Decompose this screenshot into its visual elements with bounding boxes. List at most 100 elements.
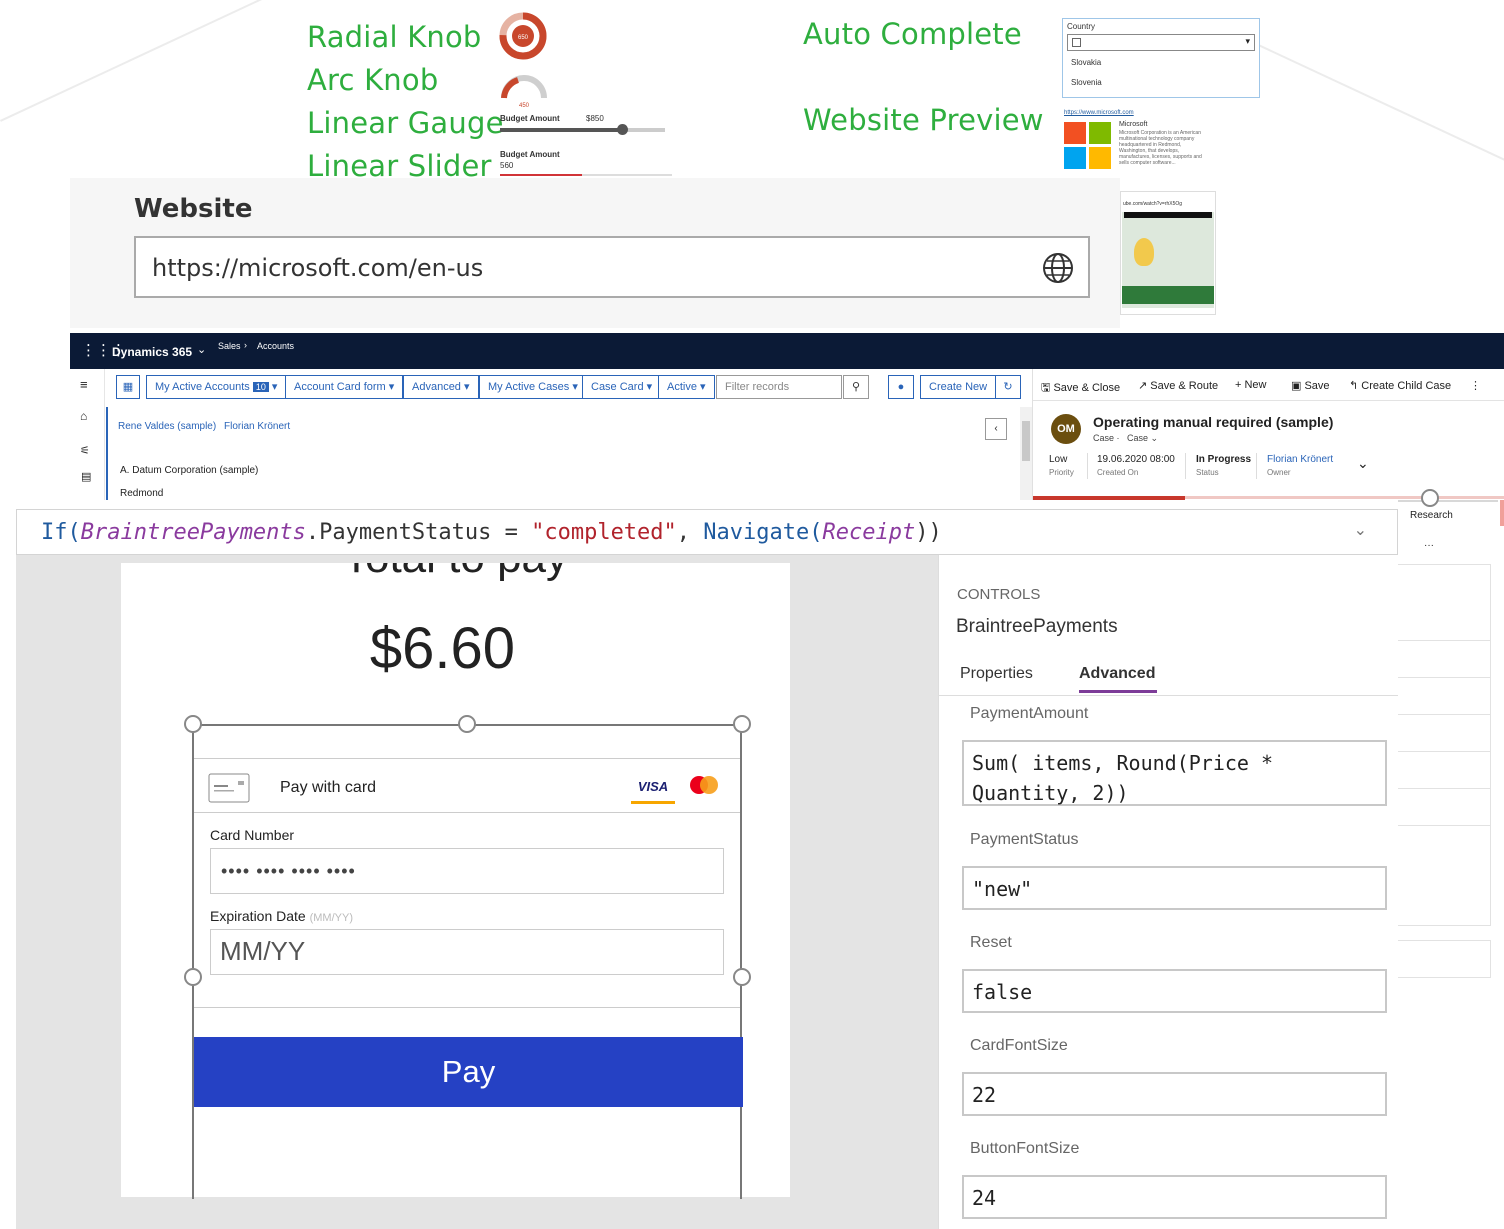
autocomplete-option[interactable]: Slovakia [1071,58,1101,67]
arc-knob-value: 450 [519,103,530,109]
video-thumbnail[interactable] [1122,212,1214,308]
video-url[interactable]: ube.com/watch?v=rhX5Og [1123,201,1182,207]
status-filter[interactable]: Active ▾ [658,375,715,399]
expiration-hint: (MM/YY) [309,912,353,924]
stage-marker[interactable] [1421,489,1439,507]
more-commands-icon[interactable]: ⋮ [1470,379,1481,392]
owner-link[interactable]: Florian Krönert [1267,454,1333,465]
total-label: Total to pay [121,563,790,583]
property-value-card-font-size[interactable]: 22 [962,1072,1387,1116]
stage-research[interactable]: Research [1410,510,1453,521]
preview-url[interactable]: https://www.microsoft.com [1064,110,1134,116]
property-value-reset[interactable]: false [962,969,1387,1013]
grid-icon [1072,38,1081,47]
chevron-down-icon[interactable]: ⌄ [1357,455,1369,472]
case-entity: Case [1093,433,1115,443]
breadcrumb-separator: › [244,340,247,350]
background-line [0,0,291,122]
microsoft-logo [1089,122,1111,144]
scrollbar[interactable] [1020,407,1032,500]
case-form-selector[interactable]: Case [1127,433,1148,443]
slider-label: Budget Amount [500,150,560,159]
radial-knob[interactable]: 650 [498,11,548,61]
slider-fill [500,174,582,176]
tab-properties[interactable]: Properties [960,665,1033,683]
save-button[interactable]: ▣ Save [1291,379,1330,392]
collapse-icon[interactable]: ‹ [985,418,1007,440]
visa-logo: VISA [631,773,675,804]
cases-view-selector[interactable]: My Active Cases ▾ [479,375,587,399]
new-button[interactable]: + New [1235,379,1267,391]
breadcrumb-sales[interactable]: Sales [218,341,241,351]
d365-workspace: ≡ ⌂ ⚟ ▤ ▦ My Active Accounts 10 ▾ Accoun… [70,369,1504,500]
save-route-button[interactable]: ↗ Save & Route [1138,379,1218,392]
arc-knob[interactable]: 450 [498,72,550,110]
resize-handle[interactable] [458,715,476,733]
more-icon[interactable]: ··· [1424,540,1434,551]
search-icon[interactable]: ⚲ [843,375,869,399]
process-edge [1500,500,1504,526]
tab-advanced[interactable]: Advanced [1079,665,1155,683]
form-section [1398,564,1491,926]
card-number-field[interactable]: •••• •••• •••• •••• [210,848,724,894]
property-value-payment-status[interactable]: "new" [962,866,1387,910]
process-track [1398,500,1498,502]
autocomplete-input[interactable]: ▾ [1067,34,1255,51]
save-close-label: Save & Close [1053,382,1121,394]
filter-records-input[interactable]: Filter records [716,375,842,399]
person-link[interactable]: Rene Valdes (sample) [118,421,216,432]
view-selector[interactable]: My Active Accounts 10 ▾ [146,375,287,399]
globe-icon[interactable] [1042,252,1074,284]
resize-handle[interactable] [184,968,202,986]
total-amount: $6.60 [369,616,516,681]
autocomplete-sample: Country ▾ Slovakia Slovenia [1062,18,1260,98]
divider [1256,453,1257,479]
website-input[interactable]: https://microsoft.com/en-us [134,236,1090,298]
clipboard-icon[interactable]: ▤ [81,470,91,483]
slider-track[interactable] [500,174,672,176]
create-child-case-button[interactable]: ↰ Create Child Case [1349,379,1451,392]
resize-handle[interactable] [733,715,751,733]
create-new-button[interactable]: Create New [920,375,997,399]
person-link[interactable]: Florian Krönert [224,421,290,432]
property-label-payment-status: PaymentStatus [970,831,1079,848]
view-count-badge: 10 [252,382,269,392]
gauge-label: Budget Amount [500,114,560,123]
gauge-thumb[interactable] [617,124,629,135]
chevron-down-icon[interactable]: ⌄ [1354,520,1367,540]
home-icon[interactable]: ⌂ [80,409,87,423]
create-child-label: Create Child Case [1361,380,1452,392]
pay-button[interactable]: Pay [194,1037,743,1107]
card-form-selector[interactable]: Account Card form ▾ [285,375,404,399]
record-indicator-icon[interactable]: ● [888,375,914,399]
refresh-icon[interactable]: ↻ [995,375,1021,399]
new-label: New [1244,379,1267,391]
hamburger-icon[interactable]: ≡ [80,377,88,392]
resize-handle[interactable] [733,968,751,986]
save-close-button[interactable]: 🖫 Save & Close [1041,379,1120,398]
chevron-down-icon[interactable]: ⌄ [197,343,206,356]
chevron-down-icon[interactable]: ▾ [1245,36,1250,47]
divider [194,812,740,813]
background-line [1249,40,1504,169]
grid-view-icon[interactable]: ▦ [116,375,140,399]
case-card-selector[interactable]: Case Card ▾ [582,375,662,399]
formula-text[interactable]: If(BraintreePayments.PaymentStatus = "co… [41,520,942,545]
advanced-button[interactable]: Advanced ▾ [403,375,479,399]
property-value-payment-amount[interactable]: Sum( items, Round(Price * Quantity, 2)) [962,740,1387,806]
website-label: Website [134,194,253,224]
pinned-icon[interactable]: ⚟ [80,444,90,457]
resize-handle[interactable] [184,715,202,733]
formula-bar[interactable]: If(BraintreePayments.PaymentStatus = "co… [16,509,1398,555]
breadcrumb-accounts[interactable]: Accounts [257,341,294,351]
property-value-button-font-size[interactable]: 24 [962,1175,1387,1219]
website-value[interactable]: https://microsoft.com/en-us [152,254,483,282]
app-name[interactable]: Dynamics 365 [112,345,192,359]
autocomplete-option[interactable]: Slovenia [1071,78,1102,87]
account-name[interactable]: A. Datum Corporation (sample) [120,465,258,476]
payment-control[interactable]: Pay with card VISA Card Number •••• ••••… [192,724,743,1199]
property-label-reset: Reset [970,934,1012,951]
expiration-date-field[interactable]: MM/YY [210,929,724,975]
lightbulb-icon [1134,238,1154,266]
mastercard-logo [690,776,718,794]
